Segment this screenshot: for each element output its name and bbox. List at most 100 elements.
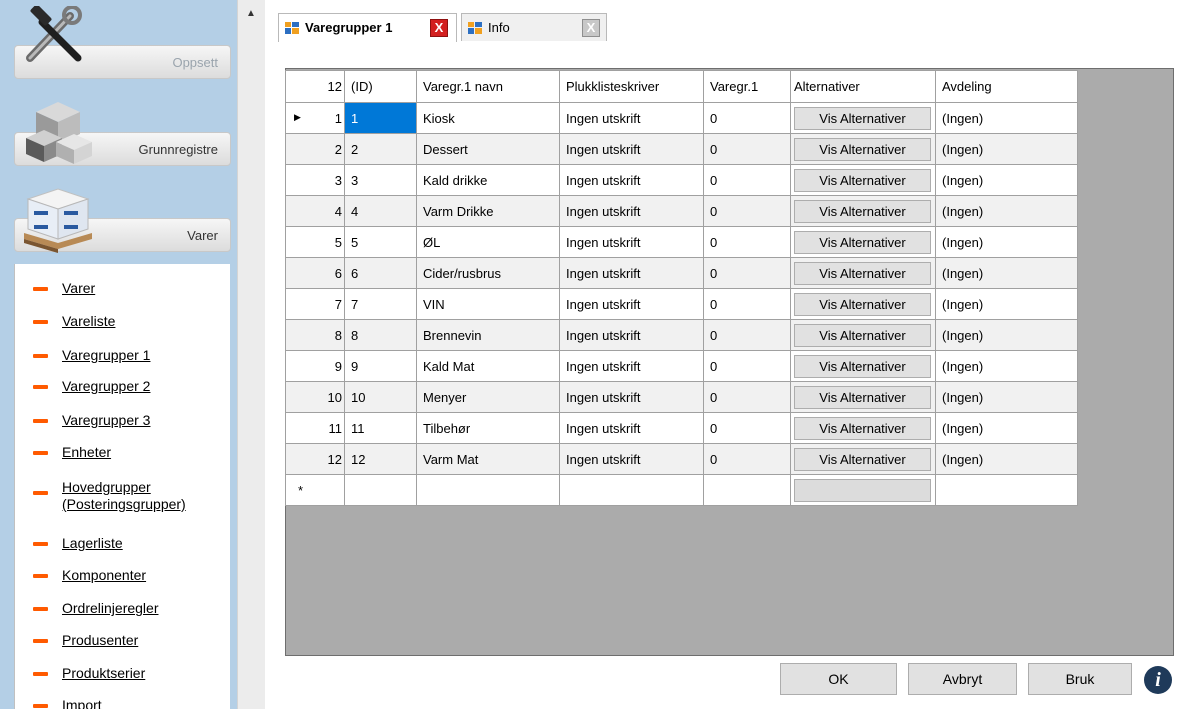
id-cell[interactable]: 7 [344, 288, 417, 320]
row-header[interactable]: 2 [285, 133, 345, 165]
name-cell[interactable]: Kald Mat [416, 350, 560, 382]
table-row[interactable]: 12 12 Varm Mat Ingen utskrift 0 Vis Alternati… [285, 443, 1078, 475]
column-header-id[interactable]: (ID) [344, 70, 417, 103]
table-row[interactable]: 9 9 Kald Mat Ingen utskrift 0 Vis Alternative… [285, 350, 1078, 382]
varegr1-cell[interactable]: 0 [703, 195, 791, 227]
alternativer-button[interactable] [794, 478, 931, 502]
varegr1-cell[interactable]: 0 [703, 257, 791, 289]
row-header[interactable]: ▶ 1 [285, 102, 345, 134]
column-header-avdeling[interactable]: Avdeling [935, 70, 1078, 103]
avdeling-cell[interactable]: (Ingen) [935, 257, 1078, 289]
varegr1-cell[interactable]: 0 [703, 288, 791, 320]
vis-alternativer-button[interactable]: Vis Alternativer [794, 137, 931, 161]
column-header-name[interactable]: Varegr.1 navn [416, 70, 560, 103]
vis-alternativer-button[interactable]: Vis Alternativer [794, 168, 931, 192]
row-header[interactable]: 8 [285, 319, 345, 351]
id-cell[interactable] [344, 474, 417, 506]
id-cell[interactable]: 3 [344, 164, 417, 196]
printer-cell[interactable]: Ingen utskrift [559, 226, 704, 258]
avdeling-cell[interactable]: (Ingen) [935, 133, 1078, 165]
printer-cell[interactable]: Ingen utskrift [559, 102, 704, 134]
id-cell[interactable]: 9 [344, 350, 417, 382]
id-cell[interactable]: 5 [344, 226, 417, 258]
tab-varegrupper-1[interactable]: Varegrupper 1 X [278, 13, 457, 42]
printer-cell[interactable]: Ingen utskrift [559, 443, 704, 475]
id-cell[interactable]: 12 [344, 443, 417, 475]
printer-cell[interactable]: Ingen utskrift [559, 412, 704, 444]
varegr1-cell[interactable]: 0 [703, 443, 791, 475]
id-cell[interactable]: 8 [344, 319, 417, 351]
id-cell[interactable]: 4 [344, 195, 417, 227]
cancel-button[interactable]: Avbryt [908, 663, 1017, 695]
vis-alternativer-button[interactable]: Vis Alternativer [794, 261, 931, 285]
tab-info[interactable]: Info X [461, 13, 607, 41]
id-cell[interactable]: 10 [344, 381, 417, 413]
name-cell[interactable]: ØL [416, 226, 560, 258]
name-cell[interactable]: Varm Mat [416, 443, 560, 475]
avdeling-cell[interactable]: (Ingen) [935, 381, 1078, 413]
name-cell[interactable]: Brennevin [416, 319, 560, 351]
table-row[interactable]: 5 5 ØL Ingen utskrift 0 Vis Alternativer (Inge… [285, 226, 1078, 258]
vis-alternativer-button[interactable]: Vis Alternativer [794, 447, 931, 471]
printer-cell[interactable]: Ingen utskrift [559, 195, 704, 227]
row-count-header[interactable]: 12 [285, 70, 345, 103]
varegr1-cell[interactable]: 0 [703, 226, 791, 258]
avdeling-cell[interactable]: (Ingen) [935, 195, 1078, 227]
name-cell[interactable]: Cider/rusbrus [416, 257, 560, 289]
table-row[interactable]: 7 7 VIN Ingen utskrift 0 Vis Alternativer (Ing… [285, 288, 1078, 320]
column-header-varegr1[interactable]: Varegr.1 [703, 70, 791, 103]
name-cell[interactable]: Kald drikke [416, 164, 560, 196]
table-row[interactable]: 11 11 Tilbehør Ingen utskrift 0 Vis Alternati… [285, 412, 1078, 444]
row-header[interactable]: 10 [285, 381, 345, 413]
row-header[interactable]: 4 [285, 195, 345, 227]
close-icon[interactable]: X [430, 19, 448, 37]
row-header[interactable]: 9 [285, 350, 345, 382]
avdeling-cell[interactable]: (Ingen) [935, 319, 1078, 351]
name-cell[interactable]: Kiosk [416, 102, 560, 134]
avdeling-cell[interactable]: (Ingen) [935, 226, 1078, 258]
vis-alternativer-button[interactable]: Vis Alternativer [794, 199, 931, 223]
printer-cell[interactable]: Ingen utskrift [559, 257, 704, 289]
row-header[interactable]: 11 [285, 412, 345, 444]
avdeling-cell[interactable]: (Ingen) [935, 288, 1078, 320]
vis-alternativer-button[interactable]: Vis Alternativer [794, 385, 931, 409]
vis-alternativer-button[interactable]: Vis Alternativer [794, 416, 931, 440]
row-header[interactable]: 12 [285, 443, 345, 475]
varegr1-cell[interactable]: 0 [703, 133, 791, 165]
printer-cell[interactable]: Ingen utskrift [559, 350, 704, 382]
avdeling-cell[interactable] [935, 474, 1078, 506]
collapse-up-icon[interactable]: ▲ [246, 8, 256, 19]
varegr1-cell[interactable]: 0 [703, 319, 791, 351]
table-row[interactable]: 10 10 Menyer Ingen utskrift 0 Vis Alternative… [285, 381, 1078, 413]
name-cell[interactable]: Varm Drikke [416, 195, 560, 227]
avdeling-cell[interactable]: (Ingen) [935, 350, 1078, 382]
row-header[interactable]: 5 [285, 226, 345, 258]
name-cell[interactable] [416, 474, 560, 506]
column-header-printer[interactable]: Plukklisteskriver [559, 70, 704, 103]
new-row[interactable]: * [285, 474, 1078, 506]
avdeling-cell[interactable]: (Ingen) [935, 102, 1078, 134]
varegr1-cell[interactable]: 0 [703, 412, 791, 444]
row-header[interactable]: 3 [285, 164, 345, 196]
varegr1-cell[interactable]: 0 [703, 102, 791, 134]
varegr1-cell[interactable] [703, 474, 791, 506]
table-row[interactable]: 6 6 Cider/rusbrus Ingen utskrift 0 Vis Altern… [285, 257, 1078, 289]
avdeling-cell[interactable]: (Ingen) [935, 164, 1078, 196]
table-row[interactable]: 2 2 Dessert Ingen utskrift 0 Vis Alternativer… [285, 133, 1078, 165]
id-cell[interactable]: 2 [344, 133, 417, 165]
table-row[interactable]: 4 4 Varm Drikke Ingen utskrift 0 Vis Alternat… [285, 195, 1078, 227]
ok-button[interactable]: OK [780, 663, 897, 695]
printer-cell[interactable]: Ingen utskrift [559, 319, 704, 351]
printer-cell[interactable]: Ingen utskrift [559, 164, 704, 196]
name-cell[interactable]: Dessert [416, 133, 560, 165]
sidebar-collapse-strip[interactable]: ▲ [237, 0, 265, 709]
avdeling-cell[interactable]: (Ingen) [935, 412, 1078, 444]
table-row[interactable]: 8 8 Brennevin Ingen utskrift 0 Vis Alternativ… [285, 319, 1078, 351]
printer-cell[interactable]: Ingen utskrift [559, 288, 704, 320]
printer-cell[interactable]: Ingen utskrift [559, 133, 704, 165]
varegr1-cell[interactable]: 0 [703, 381, 791, 413]
varegr1-cell[interactable]: 0 [703, 350, 791, 382]
name-cell[interactable]: VIN [416, 288, 560, 320]
varegr1-cell[interactable]: 0 [703, 164, 791, 196]
close-icon[interactable]: X [582, 19, 600, 37]
